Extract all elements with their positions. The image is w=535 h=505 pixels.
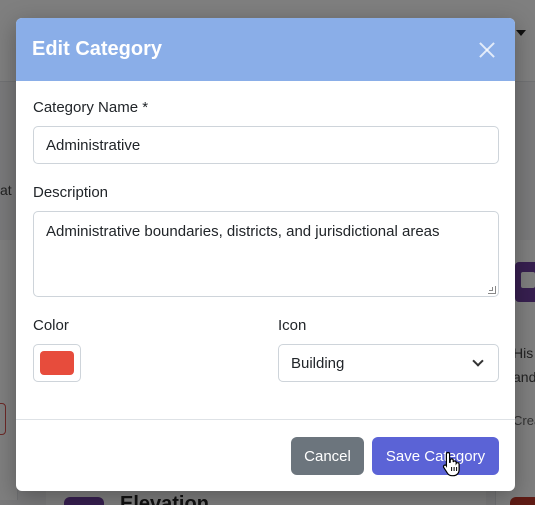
cancel-button[interactable]: Cancel — [291, 437, 364, 475]
chevron-down-icon — [472, 354, 484, 367]
icon-select[interactable]: Building — [278, 344, 499, 382]
color-picker[interactable] — [33, 344, 81, 382]
resize-handle-icon[interactable] — [488, 286, 496, 294]
description-label: Description — [33, 184, 109, 201]
color-label: Color — [33, 317, 69, 334]
hand-pointer-cursor-icon — [442, 451, 460, 477]
description-text: Administrative boundaries, districts, an… — [46, 223, 440, 240]
description-textarea[interactable]: Administrative boundaries, districts, an… — [33, 211, 499, 297]
icon-select-value: Building — [291, 354, 345, 372]
modal-body: Category Name * Administrative Descripti… — [16, 81, 515, 382]
category-name-input[interactable]: Administrative — [33, 126, 499, 164]
category-name-label: Category Name * — [33, 99, 149, 116]
color-swatch — [40, 351, 74, 375]
modal-footer: Cancel Save Category — [16, 437, 515, 475]
modal-title: Edit Category — [32, 38, 163, 60]
modal-header: Edit Category — [16, 18, 515, 81]
footer-divider — [16, 419, 515, 420]
edit-category-modal: Edit Category Category Name * Administra… — [16, 18, 515, 491]
close-icon[interactable] — [475, 38, 499, 62]
icon-label: Icon — [278, 317, 307, 334]
save-category-button[interactable]: Save Category — [372, 437, 499, 475]
